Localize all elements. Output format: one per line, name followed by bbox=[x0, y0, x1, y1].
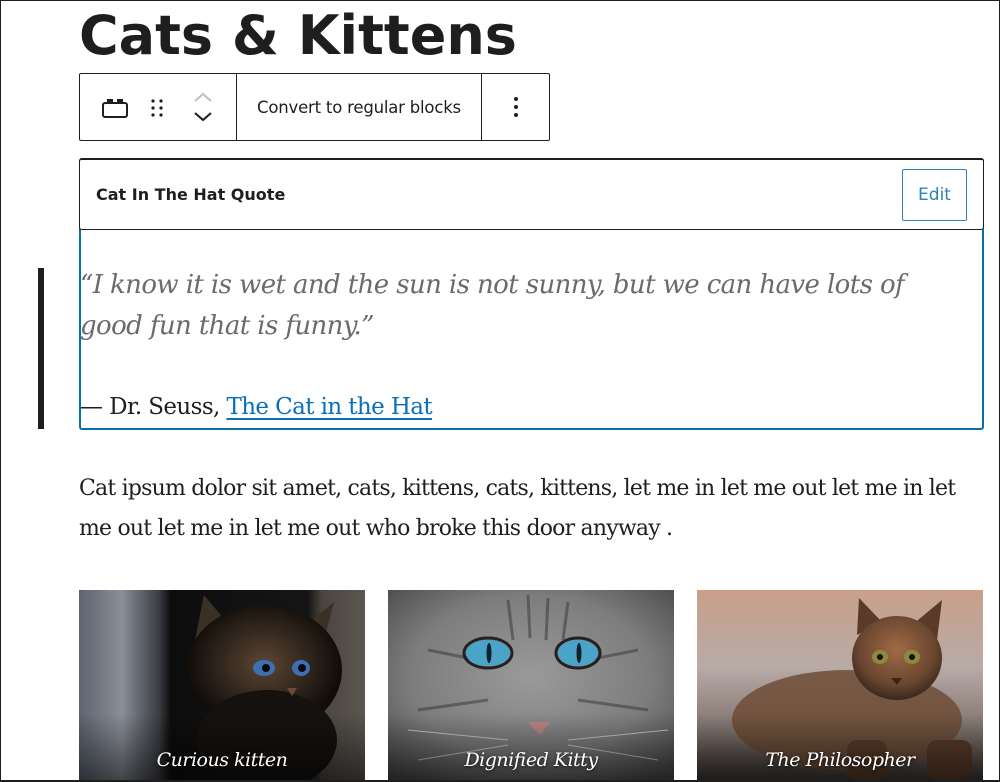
reusable-block-title: Cat In The Hat Quote bbox=[96, 185, 286, 204]
caption-overlay bbox=[388, 713, 674, 780]
gallery-item[interactable]: Curious kitten bbox=[79, 590, 365, 780]
caption-overlay bbox=[79, 713, 365, 780]
reusable-block-icon[interactable] bbox=[102, 98, 128, 118]
more-vertical-icon bbox=[513, 97, 518, 117]
block-mover bbox=[190, 88, 216, 128]
convert-label: Convert to regular blocks bbox=[257, 97, 461, 117]
gallery-caption[interactable]: Curious kitten bbox=[79, 749, 365, 771]
move-up-button[interactable] bbox=[190, 88, 216, 106]
chevron-up-icon bbox=[194, 92, 212, 102]
gallery-item[interactable]: The Philosopher bbox=[697, 590, 983, 780]
gallery-caption[interactable]: Dignified Kitty bbox=[388, 749, 674, 771]
block-toolbar: Convert to regular blocks bbox=[79, 73, 550, 141]
move-down-button[interactable] bbox=[190, 108, 216, 126]
more-options-button[interactable] bbox=[481, 74, 549, 140]
chevron-down-icon bbox=[194, 112, 212, 122]
editor-canvas: Cats & Kittens Convert to regular blocks… bbox=[0, 0, 1000, 782]
gallery-item[interactable]: Dignified Kitty bbox=[388, 590, 674, 780]
quote-citation: — Dr. Seuss, The Cat in the Hat bbox=[80, 389, 433, 425]
citation-link[interactable]: The Cat in the Hat bbox=[226, 394, 432, 420]
gallery-caption[interactable]: The Philosopher bbox=[697, 749, 983, 771]
convert-to-regular-blocks-button[interactable]: Convert to regular blocks bbox=[236, 74, 481, 140]
quote-text: “I know it is wet and the sun is not sun… bbox=[80, 270, 905, 341]
quote-border bbox=[38, 268, 44, 429]
block-toolbar-group-parent bbox=[80, 74, 236, 140]
caption-overlay bbox=[697, 713, 983, 780]
paragraph-block[interactable]: Cat ipsum dolor sit amet, cats, kittens,… bbox=[79, 469, 979, 549]
reusable-block-header: Cat In The Hat Quote Edit bbox=[79, 158, 984, 230]
edit-button[interactable]: Edit bbox=[902, 168, 967, 221]
drag-handle-icon[interactable] bbox=[150, 98, 164, 118]
gallery-block: Curious kitten Dignified Kitty The Philo… bbox=[79, 590, 983, 780]
page-title[interactable]: Cats & Kittens bbox=[79, 3, 517, 69]
citation-author: — Dr. Seuss, bbox=[80, 394, 227, 420]
